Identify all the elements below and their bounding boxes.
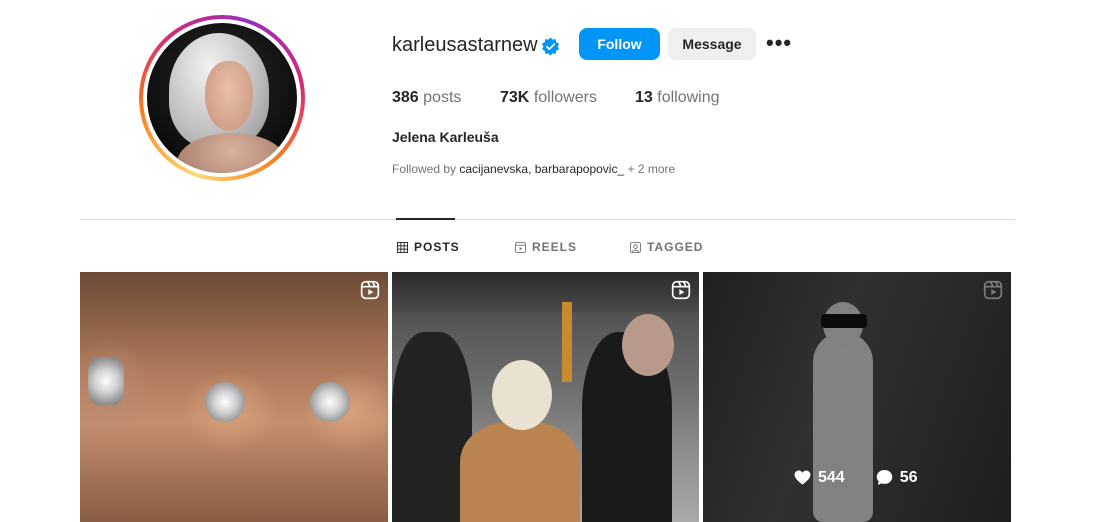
followed-by-more[interactable]: + 2 more [624,162,675,176]
tab-reels[interactable]: REELS [515,240,577,254]
active-tab-indicator [396,218,455,220]
verified-badge-icon [541,37,560,56]
comments-count-value: 56 [899,468,918,486]
tab-reels-label: REELS [532,240,578,254]
reel-icon [983,280,1003,300]
post-engagement-counts: 544 56 [793,468,918,487]
comments-count: 56 [875,468,918,487]
tagged-icon [630,241,641,253]
grid-icon [397,241,408,253]
likes-count: 544 [793,468,845,487]
followed-by-user[interactable]: cacijanevska [459,162,528,176]
avatar[interactable] [147,23,297,173]
avatar-face-shape [205,61,253,131]
reel-icon [671,280,691,300]
profile-username: karleusastarnew [392,34,538,56]
reels-icon [515,241,526,253]
avatar-border [143,19,301,177]
image-detail [310,382,350,422]
image-detail [460,422,580,522]
tab-posts[interactable]: POSTS [397,240,460,254]
followers-count-label: followers [533,89,597,106]
comment-icon [876,469,892,485]
followed-by-prefix: Followed by [392,162,457,176]
followed-by-user[interactable]: barbarapopovic_ [535,162,624,176]
tab-tagged-label: TAGGED [647,240,704,254]
more-options-icon[interactable]: ••• [766,32,792,54]
followers-count[interactable]: 73K followers [500,89,597,107]
heart-icon [794,470,811,485]
posts-count-label: posts [423,89,462,106]
image-detail [88,357,124,405]
followed-by[interactable]: Followed by cacijanevska, barbarapopovic… [392,162,675,176]
profile-avatar-story-ring[interactable] [139,15,305,181]
followed-by-separator: , [528,162,535,176]
likes-count-value: 544 [818,468,845,486]
tab-posts-label: POSTS [414,240,460,254]
following-count-label: following [657,89,720,106]
tabs-divider [80,219,1015,220]
followers-count-value: 73K [500,89,530,106]
post-thumbnail[interactable] [80,272,388,522]
post-thumbnail[interactable] [392,272,699,522]
tab-tagged[interactable]: TAGGED [630,240,703,254]
image-detail [205,382,245,422]
following-count[interactable]: 13 following [635,89,720,107]
profile-full-name: Jelena Karleuša [392,129,499,145]
posts-count: 386 posts [392,89,461,107]
image-detail [622,314,674,376]
following-count-value: 13 [635,89,653,106]
follow-button[interactable]: Follow [579,28,660,60]
image-detail [562,302,572,382]
post-thumbnail[interactable]: 544 56 [703,272,1011,522]
posts-count-value: 386 [392,89,419,106]
reel-icon [360,280,380,300]
message-button[interactable]: Message [668,28,756,60]
image-detail [392,272,699,312]
image-detail [492,360,552,430]
